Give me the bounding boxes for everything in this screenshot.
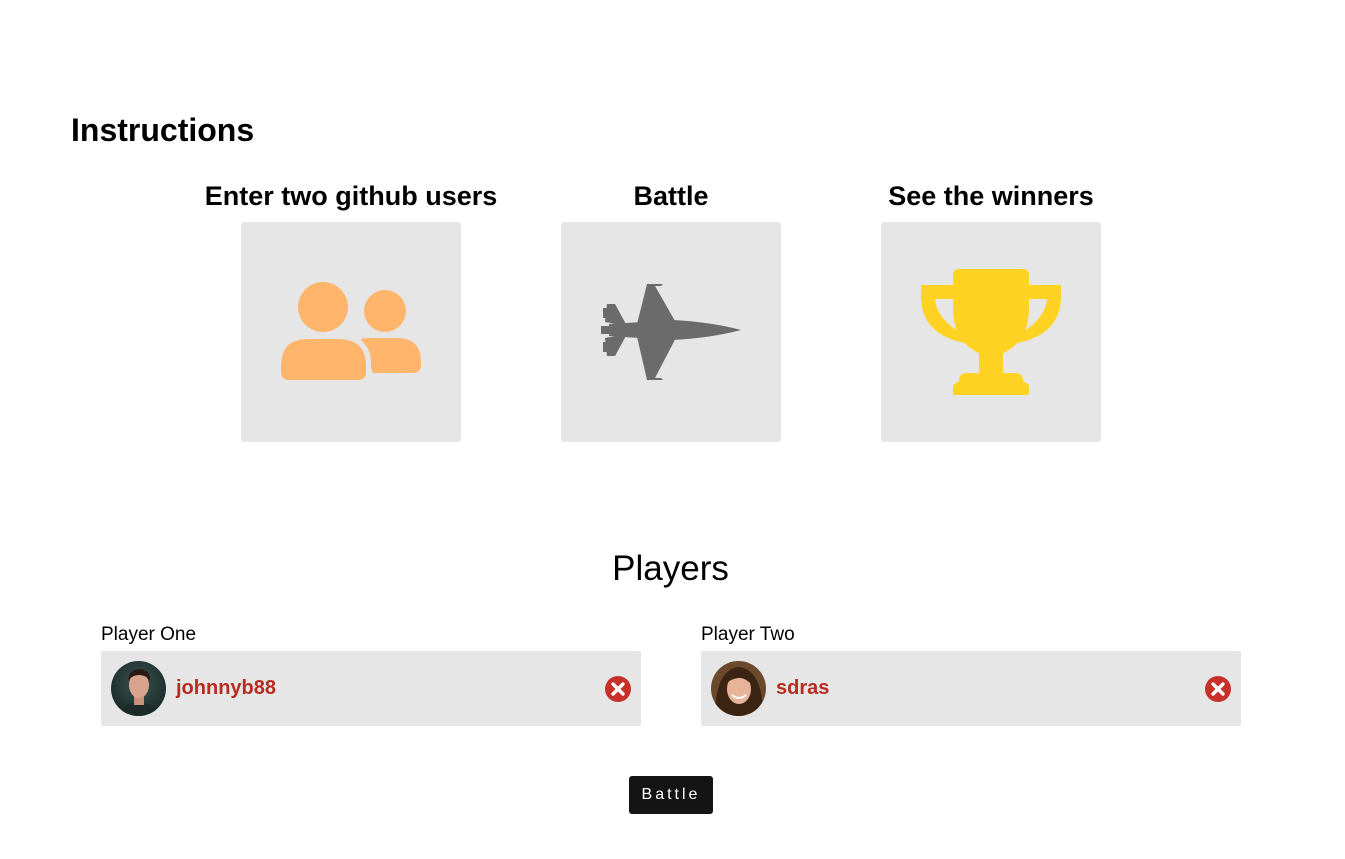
step-icon-box (561, 222, 781, 442)
player-one-card: johnnyb88 (101, 651, 641, 726)
player-one-label: Player One (101, 624, 197, 645)
player-two-username[interactable]: sdras (776, 677, 1205, 700)
avatar (711, 661, 766, 716)
instructions-title: Instructions (71, 112, 255, 148)
step-battle: Battle (501, 178, 841, 442)
step-icon-box (881, 222, 1101, 442)
step-title: See the winners (888, 181, 1094, 211)
player-two-card: sdras (701, 651, 1241, 726)
step-title: Battle (633, 181, 709, 211)
player-two: Player Two sdras (701, 622, 1241, 726)
players-heading: Players (612, 549, 729, 588)
battle-button[interactable]: Battle (629, 776, 713, 814)
step-title: Enter two github users (204, 181, 498, 211)
player-one-username[interactable]: johnnyb88 (176, 677, 605, 700)
player-one: Player One johnnyb88 (101, 622, 641, 726)
battle-page: Instructions Enter two github users Batt… (0, 0, 1345, 859)
trophy-icon (921, 269, 1061, 395)
step-see-winners: See the winners (821, 178, 1161, 442)
remove-player-two-button[interactable] (1205, 675, 1231, 702)
avatar (111, 661, 166, 716)
users-icon (281, 282, 421, 382)
close-circle-icon (605, 675, 631, 702)
step-enter-users: Enter two github users (181, 178, 521, 442)
close-circle-icon (1205, 675, 1231, 702)
player-two-label: Player Two (701, 624, 795, 645)
step-icon-box (241, 222, 461, 442)
fighter-jet-icon (601, 284, 741, 380)
remove-player-one-button[interactable] (605, 675, 631, 702)
